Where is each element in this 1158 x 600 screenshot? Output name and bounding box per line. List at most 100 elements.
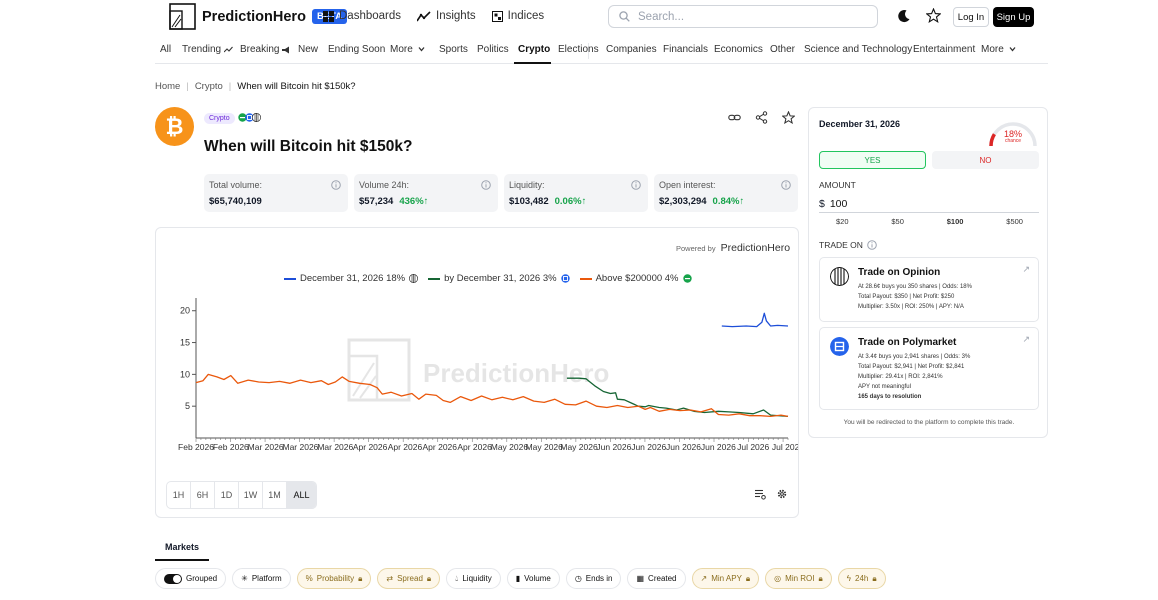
category-new[interactable]: New <box>298 44 318 55</box>
stat-total-volume: Total volume: $65,740,109 <box>204 174 348 212</box>
opinion-logo-icon <box>830 267 849 286</box>
preset-100[interactable]: $100 <box>947 217 964 226</box>
category-other[interactable]: Other <box>770 44 795 55</box>
category-ending-soon[interactable]: Ending Soon <box>328 44 385 55</box>
filter-min-apy[interactable]: ↗ Min APY 🔒︎ <box>691 568 760 589</box>
filter-min-roi[interactable]: ◎ Min ROI 🔒︎ <box>765 568 832 589</box>
category-trending-label: Trending <box>182 44 222 55</box>
brand-name: PredictionHero <box>202 8 306 25</box>
category-financials[interactable]: Financials <box>663 44 708 55</box>
polymarket-line-2: Total Payout: $2,941 | Net Profit: $2,84… <box>858 364 965 370</box>
legend-item-by-dec-31[interactable]: by December 31, 2026 3% <box>428 273 570 284</box>
grouped-toggle[interactable] <box>164 573 182 584</box>
category-economics[interactable]: Economics <box>714 44 763 55</box>
category-entertainment[interactable]: Entertainment <box>913 44 975 55</box>
info-icon[interactable] <box>631 180 641 190</box>
category-tag[interactable]: Crypto <box>204 113 235 124</box>
trade-on-polymarket-card[interactable]: Trade on Polymarket ↗ At 3.4¢ buys you 2… <box>819 327 1039 410</box>
category-politics[interactable]: Politics <box>477 44 509 55</box>
filter-ends-in[interactable]: ◷ Ends in <box>565 568 622 589</box>
preset-20[interactable]: $20 <box>836 217 849 226</box>
category-science[interactable]: Science and Technology <box>804 44 912 55</box>
nav-dashboards-label: Dashboards <box>339 10 402 22</box>
favorite-star-icon[interactable] <box>782 111 795 124</box>
legend-swatch <box>579 277 592 280</box>
range-1w[interactable]: 1W <box>239 482 263 508</box>
amount-field: $ <box>819 196 1039 213</box>
category-trending[interactable]: Trending <box>182 44 234 55</box>
signup-button[interactable]: Sign Up <box>993 7 1034 27</box>
stat-open-interest: Open interest: $2,303,294 0.84%↑ <box>654 174 798 212</box>
x-tick-label: Apr 2026 <box>457 442 492 452</box>
stat-label: Total volume: <box>209 180 263 190</box>
category-more-1[interactable]: More <box>390 44 427 55</box>
amount-label: AMOUNT <box>819 180 856 190</box>
nav-indices[interactable]: Indices <box>491 10 544 22</box>
breadcrumb-home[interactable]: Home <box>155 81 180 92</box>
preset-500[interactable]: $500 <box>1006 217 1023 226</box>
category-all[interactable]: All <box>160 44 171 55</box>
no-button[interactable]: NO <box>932 151 1039 169</box>
category-crypto[interactable]: Crypto <box>518 44 550 55</box>
info-icon[interactable] <box>481 180 491 190</box>
lock-icon: 🔒︎ <box>745 573 751 583</box>
range-1m[interactable]: 1M <box>263 482 287 508</box>
range-6h[interactable]: 6H <box>191 482 215 508</box>
search-input[interactable] <box>638 10 858 23</box>
price-chart[interactable]: PredictionHero 5101520Feb 2026Feb 2026Ma… <box>156 228 798 478</box>
category-companies[interactable]: Companies <box>606 44 657 55</box>
range-1d[interactable]: 1D <box>215 482 239 508</box>
filter-volume[interactable]: ▮ Volume <box>506 568 560 589</box>
legend-item-dec-31[interactable]: December 31, 2026 18% <box>284 273 419 284</box>
range-1h[interactable]: 1H <box>167 482 191 508</box>
filter-24h[interactable]: ϟ 24h 🔒︎ <box>837 568 886 589</box>
amount-input[interactable] <box>829 198 1010 210</box>
filter-spread[interactable]: ⇄ Spread 🔒︎ <box>377 568 441 589</box>
lock-icon: 🔒︎ <box>358 573 363 583</box>
preset-50[interactable]: $50 <box>891 217 904 226</box>
filter-created[interactable]: ▦ Created <box>627 568 686 589</box>
range-all[interactable]: ALL <box>287 482 316 508</box>
filter-liquidity[interactable]: 💧︎ Liquidity <box>446 568 501 589</box>
breadcrumb-crypto[interactable]: Crypto <box>195 81 223 92</box>
spread-icon: ⇄ <box>386 574 394 583</box>
moon-icon[interactable] <box>897 9 911 23</box>
list-settings-icon[interactable] <box>754 488 766 500</box>
chart-watermark: PredictionHero <box>347 338 609 402</box>
breadcrumb-separator: | <box>228 81 232 92</box>
x-tick-label: Jul 2026 <box>772 442 798 452</box>
search-box[interactable] <box>608 5 878 28</box>
stat-liquidity: Liquidity: $103,482 0.06%↑ <box>504 174 648 212</box>
category-sports[interactable]: Sports <box>439 44 468 55</box>
legend-item-above-200000[interactable]: Above $200000 4% <box>579 273 692 284</box>
tab-markets[interactable]: Markets <box>155 536 209 561</box>
opinion-icon <box>409 274 419 283</box>
category-breaking[interactable]: Breaking <box>240 44 291 55</box>
stat-value: $65,740,109 <box>209 196 262 207</box>
gear-icon[interactable] <box>776 488 788 500</box>
legend-label: by December 31, 2026 3% <box>444 273 557 284</box>
info-icon[interactable] <box>867 240 877 250</box>
share-icon[interactable] <box>755 111 768 124</box>
link-icon[interactable] <box>728 111 741 124</box>
filter-probability[interactable]: % Probability 🔒︎ <box>296 568 372 589</box>
info-icon[interactable] <box>331 180 341 190</box>
login-button[interactable]: Log In <box>953 7 989 27</box>
trade-on-opinion-card[interactable]: Trade on Opinion ↗ At 28.6¢ buys you 350… <box>819 257 1039 322</box>
x-tick-label: May 2026 <box>526 442 564 452</box>
filter-platform[interactable]: ✳ Platform <box>232 568 291 589</box>
x-tick-label: Apr 2026 <box>423 442 458 452</box>
nav-insights[interactable]: Insights <box>417 10 476 22</box>
yes-button[interactable]: YES <box>819 151 926 169</box>
star-icon[interactable] <box>926 8 941 23</box>
filter-grouped[interactable]: Grouped <box>155 568 227 589</box>
nav-dashboards[interactable]: Dashboards <box>323 10 401 22</box>
category-elections[interactable]: Elections <box>558 44 599 55</box>
category-more-2[interactable]: More <box>981 44 1018 55</box>
brand-logo[interactable]: PredictionHero BETA <box>169 3 348 30</box>
bar-chart-icon: ▮ <box>515 574 521 583</box>
x-tick-label: Jun 2026 <box>631 442 666 452</box>
stat-label: Volume 24h: <box>359 180 410 190</box>
info-icon[interactable] <box>781 180 791 190</box>
polymarket-line-1: At 3.4¢ buys you 2,941 shares | Odds: 3% <box>858 354 971 360</box>
